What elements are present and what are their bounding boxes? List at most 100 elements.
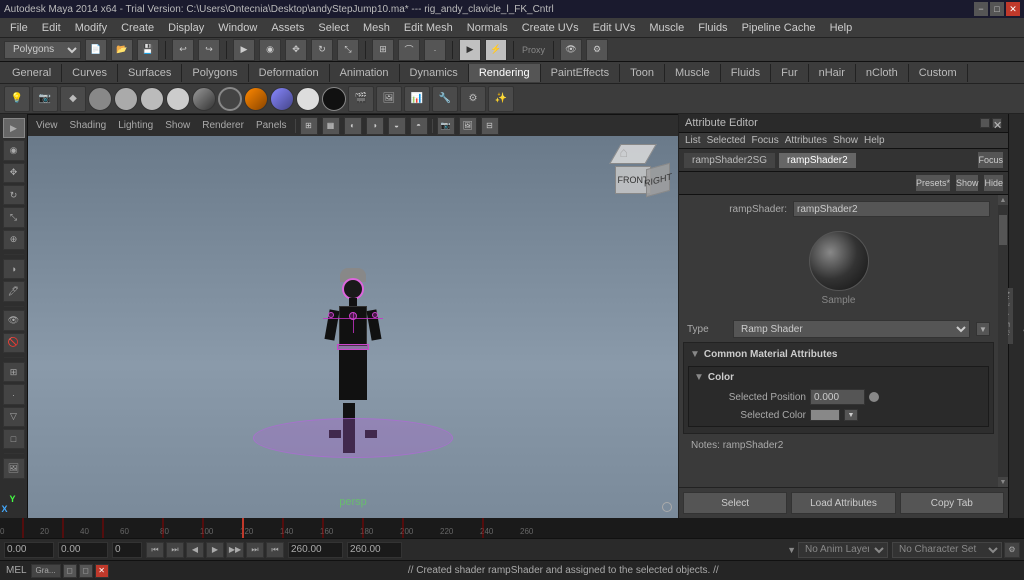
menu-modify[interactable]: Modify [69,20,113,36]
pb-play-btn[interactable]: ▶ [206,542,224,558]
tab-custom[interactable]: Custom [909,64,968,82]
type-arrow-btn[interactable]: ▼ [976,322,990,336]
tab-deformation[interactable]: Deformation [249,64,330,82]
shelf-shader7-icon[interactable] [244,87,268,111]
vsub-render-icon[interactable]: 🖼 [459,117,477,135]
rotate-tool[interactable]: ↻ [3,185,25,205]
pb-play-fwd-btn[interactable]: ▶▶ [226,542,244,558]
snap-live-tool[interactable]: ▽ [3,407,25,427]
snap-curve-btn[interactable]: ⌒ [398,39,420,61]
tab-muscle[interactable]: Muscle [665,64,721,82]
open-btn[interactable]: 📂 [111,39,133,61]
ae-minimize-btn[interactable] [980,118,990,128]
anim-layer-dropdown[interactable]: No Anim Layer [798,542,888,558]
menu-normals[interactable]: Normals [461,20,514,36]
shelf-shader4-icon[interactable] [166,87,190,111]
move-tool[interactable]: ✥ [3,163,25,183]
sb-thumb[interactable] [999,215,1007,245]
transform-tool[interactable]: ⊕ [3,230,25,250]
menu-edit[interactable]: Edit [36,20,67,36]
copy-tab-button[interactable]: Copy Tab [900,492,1004,514]
shelf-render2-icon[interactable]: 🖼 [376,86,402,112]
ipr-btn[interactable]: ⚡ [485,39,507,61]
hide-select-btn[interactable]: 🚫 [3,333,25,353]
ae-nav-help[interactable]: Help [864,135,885,146]
select-tool-btn[interactable]: ▶ [233,39,255,61]
menu-display[interactable]: Display [162,20,210,36]
new-scene-btn[interactable]: 📄 [85,39,107,61]
ae-nav-selected[interactable]: Selected [707,135,746,146]
menu-mesh[interactable]: Mesh [357,20,396,36]
ae-scrollbar[interactable]: ▲ ▼ [998,195,1008,487]
redo-btn[interactable]: ↪ [198,39,220,61]
ae-close-btn[interactable]: ✕ [992,118,1002,128]
load-attributes-button[interactable]: Load Attributes [791,492,895,514]
shelf-light-icon[interactable]: 💡 [4,86,30,112]
vsub-grid-icon[interactable]: ⊟ [481,117,499,135]
menu-edit-mesh[interactable]: Edit Mesh [398,20,459,36]
ae-tab-rampshader2[interactable]: rampShader2 [778,152,857,169]
lasso-btn[interactable]: ◉ [259,39,281,61]
mode-dropdown[interactable]: Polygons Animation Rendering [4,41,81,59]
sb-track[interactable] [998,205,1008,477]
ramp-shader-input[interactable] [793,201,990,217]
status-close-icon[interactable]: ✕ [95,564,109,578]
shelf-shader1-icon[interactable] [88,87,112,111]
viewport-home-icon[interactable]: ⌂ [620,144,628,160]
shelf-fx-icon[interactable]: ✨ [488,86,514,112]
tab-ncloth[interactable]: nCloth [856,64,909,82]
renderer-menu[interactable]: Renderer [198,119,248,132]
shelf-shader8-icon[interactable] [270,87,294,111]
ae-nav-list[interactable]: List [685,135,701,146]
timeline-ruler[interactable]: 0 20 40 60 80 100 120 140 160 180 200 22… [0,518,1024,538]
rotate-btn[interactable]: ↻ [311,39,333,61]
focus-button[interactable]: Focus [977,151,1004,169]
tab-toon[interactable]: Toon [620,64,665,82]
snap-point-btn[interactable]: · [424,39,446,61]
menu-assets[interactable]: Assets [265,20,310,36]
shelf-render5-icon[interactable]: ⚙ [460,86,486,112]
tab-animation[interactable]: Animation [330,64,400,82]
color-swatch[interactable] [810,409,840,421]
range-end-input[interactable] [58,542,108,558]
shelf-geo-icon[interactable]: ◆ [60,86,86,112]
menu-edit-uvs[interactable]: Edit UVs [587,20,642,36]
color-picker-btn[interactable]: ▼ [844,409,858,421]
menu-muscle[interactable]: Muscle [643,20,690,36]
pb-go-end-btn[interactable]: ⏮ [266,542,284,558]
render-btn[interactable]: ▶ [459,39,481,61]
tab-fluids[interactable]: Fluids [721,64,771,82]
status-icon-2[interactable]: ◻ [79,564,93,578]
sb-down-arrow[interactable]: ▼ [998,477,1008,487]
ae-nav-attributes[interactable]: Attributes [785,135,827,146]
char-set-options-btn[interactable]: ⚙ [1004,542,1020,558]
vsub-icon5[interactable]: ◒ [388,117,406,135]
char-set-dropdown[interactable]: No Character Set [892,542,1002,558]
tab-nhair[interactable]: nHair [809,64,856,82]
vsub-icon3[interactable]: ◐ [344,117,362,135]
tab-polygons[interactable]: Polygons [182,64,248,82]
scale-tool[interactable]: ⤡ [3,207,25,227]
vsub-icon1[interactable]: ⊞ [300,117,318,135]
snap-grid-btn[interactable]: ⊞ [372,39,394,61]
tab-rendering[interactable]: Rendering [469,64,541,82]
select-tool[interactable]: ▶ [3,118,25,138]
shelf-shader5-icon[interactable] [192,87,216,111]
hide-button[interactable]: Hide [983,174,1004,192]
pb-prev-frame-btn[interactable]: ◀ [186,542,204,558]
tab-dynamics[interactable]: Dynamics [400,64,469,82]
settings-btn[interactable]: ⚙ [586,39,608,61]
snap-grid-tool[interactable]: ⊞ [3,362,25,382]
snap-point-tool[interactable]: · [3,384,25,404]
shelf-render1-icon[interactable]: 🎬 [348,86,374,112]
close-button[interactable]: ✕ [1006,2,1020,16]
selected-position-input[interactable] [810,389,865,405]
menu-pipeline-cache[interactable]: Pipeline Cache [736,20,822,36]
shelf-shader2-icon[interactable] [114,87,138,111]
viewport[interactable]: FRONT RIGHT ⌂ [28,136,678,518]
pb-prev-key-btn[interactable]: ⏭ [166,542,184,558]
show-button[interactable]: Show [955,174,980,192]
view-menu[interactable]: View [32,119,62,132]
sb-up-arrow[interactable]: ▲ [998,195,1008,205]
show-all-btn[interactable]: 👁 [3,310,25,330]
